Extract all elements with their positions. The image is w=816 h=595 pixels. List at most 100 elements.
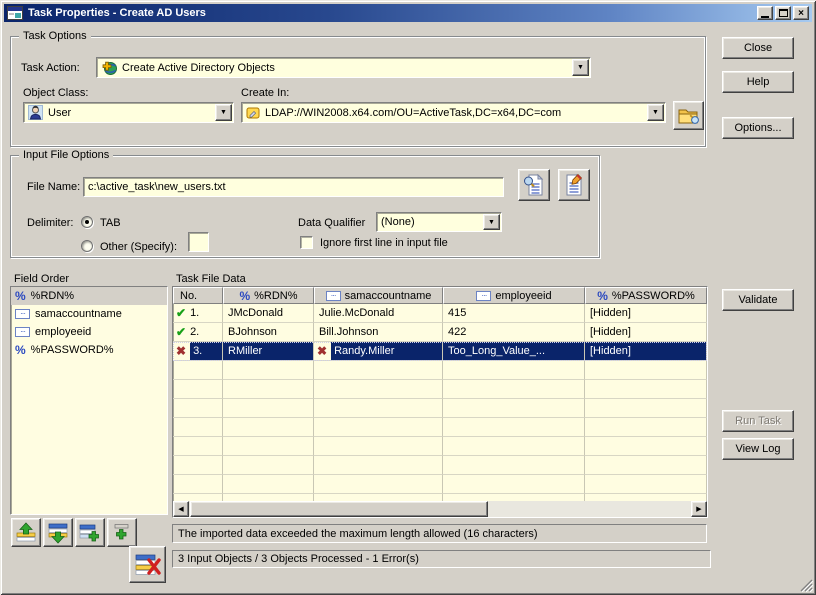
table-cell	[443, 418, 585, 437]
scroll-right-icon[interactable]: ▶	[691, 501, 707, 517]
table-row-empty[interactable]	[173, 494, 707, 501]
ignore-first-line-checkbox[interactable]	[300, 236, 313, 249]
column-header-label: samaccountname	[345, 290, 432, 302]
table-row-empty[interactable]	[173, 437, 707, 456]
title-bar[interactable]: Task Properties - Create AD Users ×	[4, 4, 812, 22]
field-order-item[interactable]: %%RDN%	[11, 287, 167, 305]
field-order-item[interactable]: ···employeeid	[11, 323, 167, 341]
table-cell	[223, 494, 314, 501]
table-row[interactable]: ✖3.RMiller✖Randy.MillerToo_Long_Value_..…	[173, 342, 707, 361]
data-qualifier-combobox[interactable]: (None) ▼	[376, 212, 502, 232]
row-number: 3.	[190, 342, 222, 360]
percent-icon: %	[597, 290, 608, 302]
edit-file-button[interactable]	[558, 169, 590, 201]
table-cell	[443, 361, 585, 380]
chevron-down-icon[interactable]: ▼	[483, 214, 500, 230]
table-cell-value: BJohnson	[228, 326, 277, 338]
table-row[interactable]: ✔1.JMcDonaldJulie.McDonald415[Hidden]	[173, 304, 707, 323]
table-cell	[585, 475, 707, 494]
browse-container-button[interactable]	[673, 101, 704, 130]
create-in-label: Create In:	[241, 87, 289, 99]
delimiter-tab-label: TAB	[100, 217, 121, 229]
valid-icon: ✔	[176, 306, 186, 320]
validate-button-label: Validate	[739, 294, 778, 306]
table-cell	[443, 475, 585, 494]
valid-icon: ✔	[176, 325, 186, 339]
maximize-button[interactable]	[775, 6, 791, 20]
file-name-value: c:\active_task\new_users.txt	[88, 181, 226, 193]
field-order-item-label: %PASSWORD%	[31, 344, 114, 356]
add-field-button[interactable]	[107, 518, 137, 547]
table-cell	[314, 437, 443, 456]
chevron-down-icon[interactable]: ▼	[572, 59, 589, 76]
task-file-data-table[interactable]: No.% %RDN% ···samaccountname···employeeid%…	[172, 286, 708, 518]
table-cell	[585, 418, 707, 437]
view-log-button[interactable]: View Log	[722, 438, 794, 460]
table-row-empty[interactable]	[173, 361, 707, 380]
column-header-label: No.	[180, 290, 197, 302]
table-row-empty[interactable]	[173, 380, 707, 399]
move-field-up-button[interactable]	[11, 518, 41, 547]
create-in-combobox[interactable]: LDAP://WIN2008.x64.com/OU=ActiveTask,DC=…	[241, 102, 666, 123]
table-row-empty[interactable]	[173, 399, 707, 418]
table-cell	[585, 456, 707, 475]
table-row-empty[interactable]	[173, 456, 707, 475]
table-cell	[173, 418, 223, 437]
task-action-combobox[interactable]: Create Active Directory Objects ▼	[96, 57, 591, 78]
scrollbar-thumb[interactable]	[190, 501, 488, 517]
table-cell	[443, 437, 585, 456]
data-qualifier-label: Data Qualifier	[298, 217, 365, 229]
table-cell-value: 422	[448, 326, 466, 338]
field-order-item[interactable]: ···samaccountname	[11, 305, 167, 323]
help-button[interactable]: Help	[722, 71, 794, 93]
horizontal-scrollbar[interactable]: ◀ ▶	[173, 501, 707, 517]
table-cell	[173, 361, 223, 380]
field-order-listbox[interactable]: %%RDN%···samaccountname···employeeid%%PA…	[10, 286, 168, 515]
delete-row-button[interactable]	[129, 546, 166, 583]
close-window-button[interactable]: ×	[793, 6, 809, 20]
chevron-down-icon[interactable]: ▼	[647, 104, 664, 121]
column-header[interactable]: %%PASSWORD%	[585, 287, 707, 304]
chevron-down-icon[interactable]: ▼	[215, 104, 232, 121]
window-title: Task Properties - Create AD Users	[28, 7, 206, 19]
delimiter-other-input[interactable]	[188, 232, 209, 252]
move-up-icon	[15, 522, 37, 544]
table-row-empty[interactable]	[173, 418, 707, 437]
percent-icon: %	[15, 290, 26, 302]
validate-button[interactable]: Validate	[722, 289, 794, 311]
field-order-item[interactable]: %%PASSWORD%	[11, 341, 167, 359]
table-row-empty[interactable]	[173, 475, 707, 494]
minimize-button[interactable]	[757, 6, 773, 20]
run-task-button[interactable]: Run Task	[722, 410, 794, 432]
user-icon	[28, 105, 43, 120]
task-options-legend: Task Options	[19, 30, 91, 42]
row-number-cell: ✖3.	[173, 342, 223, 361]
table-cell	[173, 437, 223, 456]
column-header[interactable]: % %RDN%	[223, 287, 314, 304]
row-number-cell: ✔ 2.	[173, 323, 223, 342]
column-header-label: %RDN%	[254, 290, 297, 302]
table-cell	[585, 437, 707, 456]
preview-file-button[interactable]	[518, 169, 550, 201]
column-header[interactable]: ···samaccountname	[314, 287, 443, 304]
create-ad-objects-icon	[101, 60, 117, 76]
resize-grip-icon[interactable]	[800, 579, 813, 592]
delimiter-tab-radio[interactable]	[81, 216, 93, 228]
move-field-down-button[interactable]	[43, 518, 73, 547]
table-cell	[223, 399, 314, 418]
options-button[interactable]: Options...	[722, 117, 794, 139]
file-name-input[interactable]: c:\active_task\new_users.txt	[83, 177, 504, 197]
percent-icon: %	[239, 290, 250, 302]
scroll-left-icon[interactable]: ◀	[173, 501, 189, 517]
table-cell-value: 415	[448, 307, 466, 319]
column-header[interactable]: ···employeeid	[443, 287, 585, 304]
object-class-combobox[interactable]: User ▼	[23, 102, 234, 123]
insert-field-button[interactable]	[75, 518, 105, 547]
delimiter-other-radio[interactable]	[81, 240, 93, 252]
table-cell-value: [Hidden]	[590, 345, 631, 357]
close-button[interactable]: Close	[722, 37, 794, 59]
task-action-value: Create Active Directory Objects	[122, 62, 275, 74]
row-number: 2.	[190, 326, 199, 338]
column-header[interactable]: No.	[173, 287, 223, 304]
table-row[interactable]: ✔2.BJohnsonBill.Johnson422[Hidden]	[173, 323, 707, 342]
